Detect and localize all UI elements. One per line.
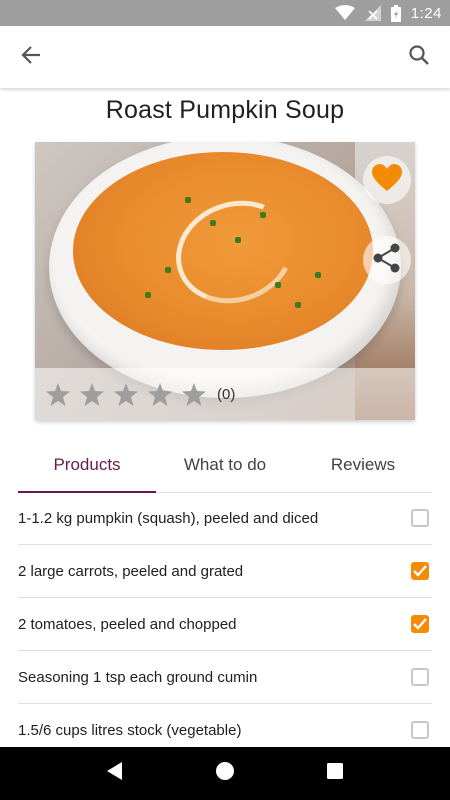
recipe-tabs: Products What to do Reviews [18, 438, 432, 493]
ingredient-text: 2 tomatoes, peeled and chopped [18, 615, 237, 633]
nav-back-button[interactable] [95, 754, 135, 794]
ingredient-list: 1-1.2 kg pumpkin (squash), peeled and di… [18, 492, 432, 757]
status-bar: 1:24 [0, 0, 450, 26]
star-icon[interactable] [109, 377, 143, 411]
herb-garnish [235, 237, 241, 243]
ingredient-row[interactable]: 1-1.2 kg pumpkin (squash), peeled and di… [18, 492, 432, 545]
ingredient-checkbox[interactable] [411, 562, 429, 580]
ingredient-text: Seasoning 1 tsp each ground cumin [18, 668, 258, 686]
navigation-bar [0, 747, 450, 800]
ingredient-text: 1-1.2 kg pumpkin (squash), peeled and di… [18, 509, 319, 527]
ingredient-row[interactable]: 2 tomatoes, peeled and chopped [18, 598, 432, 651]
rating-bar: (0) [35, 368, 415, 420]
back-triangle-icon [106, 761, 124, 786]
star-icon[interactable] [143, 377, 177, 411]
status-time: 1:24 [410, 4, 442, 22]
herb-garnish [210, 220, 216, 226]
star-icon[interactable] [41, 377, 75, 411]
herb-garnish [260, 212, 266, 218]
share-icon [373, 243, 401, 278]
search-button[interactable] [402, 40, 436, 74]
ingredient-text: 2 large carrots, peeled and grated [18, 562, 244, 580]
signal-icon [364, 5, 381, 21]
recents-square-icon [326, 762, 344, 785]
herb-garnish [275, 282, 281, 288]
ingredient-row[interactable]: 2 large carrots, peeled and grated [18, 545, 432, 598]
herb-garnish [315, 272, 321, 278]
search-icon [408, 44, 430, 71]
share-button[interactable] [363, 236, 411, 284]
herb-garnish [145, 292, 151, 298]
heart-icon [372, 163, 402, 197]
rating-count: (0) [217, 385, 236, 403]
check-icon [413, 565, 427, 577]
back-button[interactable] [14, 40, 48, 74]
ingredient-row[interactable]: Seasoning 1 tsp each ground cumin [18, 651, 432, 704]
tab-products[interactable]: Products [18, 438, 156, 493]
recipe-image: (0) [35, 142, 415, 420]
herb-garnish [185, 197, 191, 203]
favorite-button[interactable] [363, 156, 411, 204]
star-icon[interactable] [177, 377, 211, 411]
battery-icon [390, 4, 401, 22]
recipe-title: Roast Pumpkin Soup [105, 96, 345, 124]
tab-reviews[interactable]: Reviews [294, 438, 432, 492]
arrow-left-icon [20, 44, 42, 71]
check-icon [413, 618, 427, 630]
ingredient-checkbox[interactable] [411, 509, 429, 527]
star-icon[interactable] [75, 377, 109, 411]
ingredient-text: 1.5/6 cups litres stock (vegetable) [18, 721, 242, 739]
ingredient-checkbox[interactable] [411, 668, 429, 686]
ingredient-checkbox[interactable] [411, 721, 429, 739]
herb-garnish [295, 302, 301, 308]
herb-garnish [165, 267, 171, 273]
rating-stars[interactable] [41, 377, 211, 411]
nav-recents-button[interactable] [315, 754, 355, 794]
wifi-icon [334, 5, 355, 21]
tab-what-to-do[interactable]: What to do [156, 438, 294, 492]
nav-home-button[interactable] [205, 754, 245, 794]
home-circle-icon [215, 761, 235, 786]
app-bar [0, 26, 450, 88]
ingredient-checkbox[interactable] [411, 615, 429, 633]
